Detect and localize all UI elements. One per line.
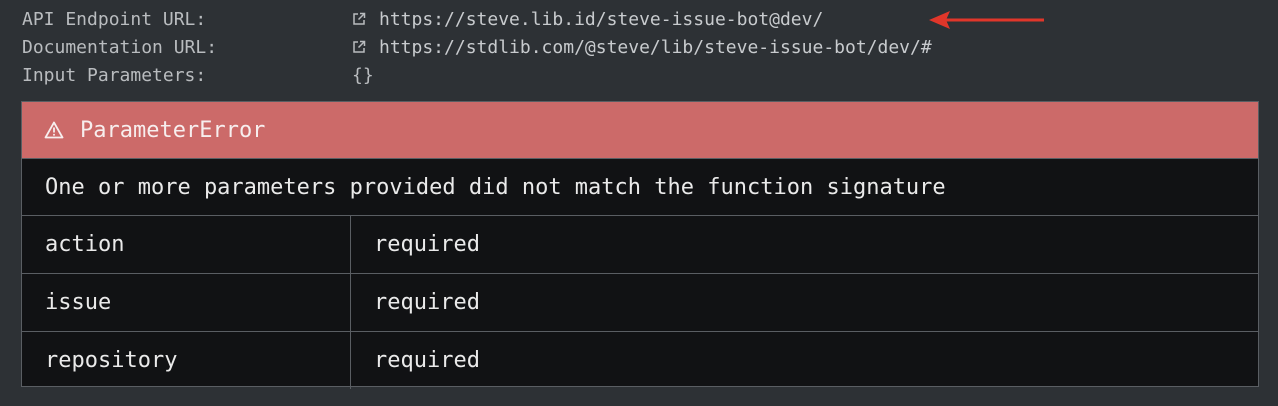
param-status: required [374,348,480,373]
input-parameters-row: Input Parameters: {} [22,61,1262,89]
external-link-icon [353,40,366,53]
function-metadata: API Endpoint URL: https://steve.lib.id/s… [22,5,1262,89]
documentation-link[interactable]: https://stdlib.com/@steve/lib/steve-issu… [379,37,932,58]
api-endpoint-label: API Endpoint URL: [22,8,207,30]
red-arrow-icon [929,11,1044,29]
function-result-panel: API Endpoint URL: https://steve.lib.id/s… [0,0,1278,406]
error-title: ParameterError [80,117,266,143]
external-link-icon [353,12,366,25]
error-message: One or more parameters provided did not … [22,159,1258,216]
table-row: repository required [22,331,1258,389]
input-parameters-label: Input Parameters: [22,64,207,86]
warning-icon [44,121,64,139]
documentation-value[interactable]: https://stdlib.com/@steve/lib/steve-issu… [352,37,932,58]
api-endpoint-value[interactable]: https://steve.lib.id/steve-issue-bot@dev… [352,9,823,30]
table-row: action required [22,216,1258,274]
documentation-label: Documentation URL: [22,36,218,58]
param-status: required [350,273,1258,332]
documentation-row: Documentation URL: https://stdlib.com/@s… [22,33,1262,61]
table-row: issue required [22,273,1258,332]
error-header: ParameterError [22,102,1258,159]
api-endpoint-link[interactable]: https://steve.lib.id/steve-issue-bot@dev… [379,9,823,30]
param-name: issue [22,273,351,332]
param-name: repository [22,331,351,389]
api-endpoint-row: API Endpoint URL: https://steve.lib.id/s… [22,5,1262,33]
error-panel: ParameterError One or more parameters pr… [21,101,1259,389]
parameter-table: action required issue required repositor… [22,216,1258,389]
input-parameters-value: {} [352,64,374,86]
param-status: required [350,216,1258,274]
param-name: action [22,216,351,274]
